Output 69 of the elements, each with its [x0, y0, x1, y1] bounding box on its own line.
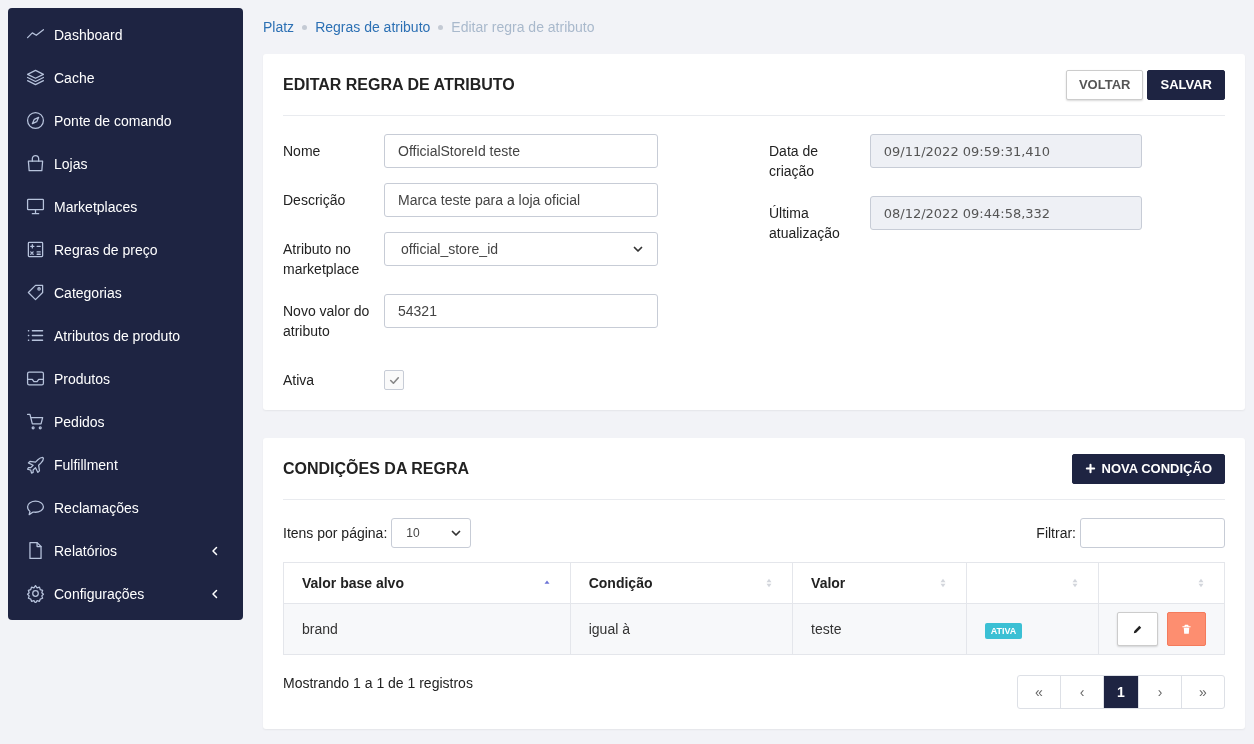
select-field[interactable]: official_store_id: [384, 232, 658, 266]
sidebar-item[interactable]: Relatórios: [8, 529, 243, 572]
new-condition-button[interactable]: NOVA CONDIÇÃO: [1071, 453, 1225, 484]
field-label: Nome: [283, 142, 322, 161]
sidebar-item[interactable]: Reclamações: [8, 486, 243, 529]
layers-icon: [26, 68, 45, 87]
document-icon: [26, 541, 45, 560]
table-cell: igual à: [588, 621, 630, 637]
field-label: Data de criação: [769, 142, 820, 181]
breadcrumb-link[interactable]: Platz: [263, 19, 295, 35]
sidebar-item[interactable]: Lojas: [8, 142, 243, 185]
sidebar-item[interactable]: Produtos: [8, 357, 243, 400]
column-header[interactable]: Condição: [588, 575, 653, 591]
filter-label: Filtrar:: [1036, 525, 1076, 541]
sidebar-item[interactable]: Fulfillment: [8, 443, 243, 486]
plus-icon: [1084, 463, 1096, 474]
calculator-icon: [26, 240, 45, 259]
page-size-label: Itens por página:: [283, 525, 388, 541]
field-label: Atributo no marketplace: [283, 240, 361, 279]
breadcrumb-current: Editar regra de atributo: [451, 19, 595, 35]
readonly-field: 09/11/2022 09:59:31,410: [869, 134, 1142, 168]
tag-icon: [26, 283, 45, 302]
column-header[interactable]: Valor base alvo: [302, 575, 404, 591]
speech-bubble-icon: [26, 498, 45, 517]
sidebar-item[interactable]: Dashboard: [8, 13, 243, 56]
compass-icon: [26, 111, 45, 130]
page-link[interactable]: «: [1018, 676, 1060, 708]
delete-button[interactable]: [1167, 612, 1206, 646]
input-field[interactable]: Marca teste para a loja oficial: [384, 183, 658, 217]
table-cell: brand: [302, 621, 338, 637]
page-size-select[interactable]: 10: [391, 518, 472, 548]
gear-icon: [26, 584, 45, 603]
page-link[interactable]: 1: [1103, 676, 1138, 708]
field-label: Ativa: [283, 371, 316, 390]
column-header[interactable]: Valor: [811, 575, 846, 591]
sidebar-item[interactable]: Ponte de comando: [8, 99, 243, 142]
breadcrumb-link[interactable]: Regras de atributo: [315, 19, 431, 35]
filter-field[interactable]: [1080, 518, 1225, 548]
trash-icon: [1181, 623, 1192, 635]
card-title: EDITAR REGRA DE ATRIBUTO: [283, 75, 515, 94]
edit-button[interactable]: [1117, 612, 1158, 646]
field-label: Última atualização: [769, 204, 841, 243]
page-link[interactable]: »: [1181, 676, 1224, 708]
cart-icon: [26, 412, 45, 431]
pencil-icon: [1132, 623, 1143, 635]
records-summary: Mostrando 1 a 1 de 1 registros: [283, 675, 473, 691]
back-button[interactable]: VOLTAR: [1065, 69, 1144, 100]
sidebar-item[interactable]: Marketplaces: [8, 185, 243, 228]
field-label: Descrição: [283, 191, 347, 210]
page-link[interactable]: ›: [1138, 676, 1181, 708]
sidebar-item[interactable]: Configurações: [8, 572, 243, 615]
readonly-field: 08/12/2022 09:44:58,332: [869, 196, 1142, 230]
save-button[interactable]: SALVAR: [1147, 69, 1225, 100]
airplane-icon: [26, 455, 45, 474]
input-field[interactable]: OfficialStoreId teste: [384, 134, 658, 168]
inbox-icon: [26, 369, 45, 388]
checkbox[interactable]: [384, 370, 404, 390]
sidebar-item[interactable]: Pedidos: [8, 400, 243, 443]
sidebar-item[interactable]: Regras de preço: [8, 228, 243, 271]
monitor-icon: [26, 197, 45, 216]
table-cell: teste: [811, 621, 842, 637]
field-label: Novo valor do atributo: [283, 302, 371, 341]
sidebar-item[interactable]: Atributos de produto: [8, 314, 243, 357]
status-badge: ATIVA: [984, 623, 1023, 639]
shopping-bag-icon: [26, 154, 45, 173]
card-title: CONDIÇÕES DA REGRA: [283, 459, 470, 478]
sidebar-item[interactable]: Categorias: [8, 271, 243, 314]
sidebar-item[interactable]: Cache: [8, 56, 243, 99]
input-field[interactable]: 54321: [384, 294, 658, 328]
